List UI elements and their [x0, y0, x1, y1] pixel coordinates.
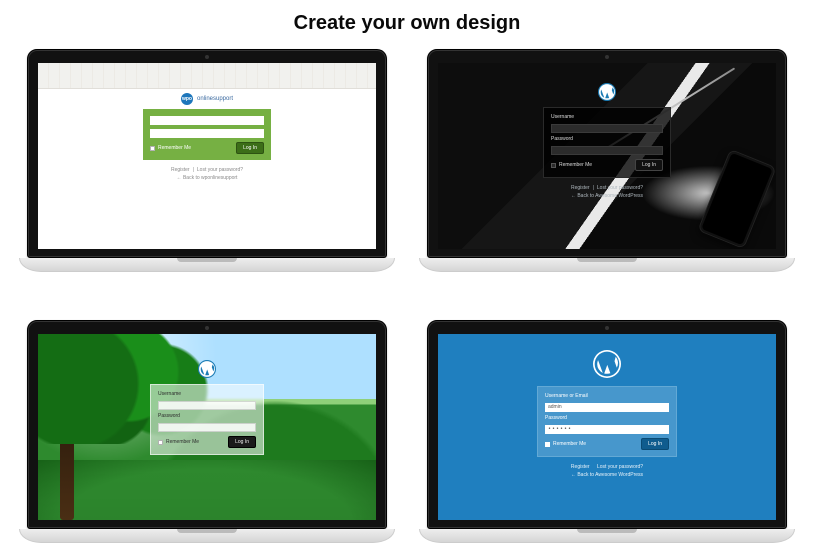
password-label: Password — [158, 414, 256, 419]
login-screen-dark: Username Password Remember Me Log In — [438, 63, 776, 249]
wordpress-logo-icon — [593, 350, 621, 378]
grass-foreground — [38, 460, 376, 520]
back-link[interactable]: ← Back to Awesome WordPress — [571, 193, 643, 199]
username-label: Username or Email — [545, 394, 669, 399]
password-input[interactable] — [158, 423, 256, 432]
login-form: Username Password Remember Me Log In — [150, 384, 264, 455]
username-input[interactable] — [158, 401, 256, 410]
form-links: Register|Lost your password? ← Back to w… — [38, 166, 376, 182]
brand-text: onlinesupport — [197, 96, 233, 102]
login-button[interactable]: Log In — [635, 159, 663, 171]
brand-badge-icon: wpo — [181, 93, 193, 105]
register-link[interactable]: Register — [171, 167, 190, 173]
username-label: Username — [158, 392, 256, 397]
lost-password-link[interactable]: Lost your password? — [597, 185, 643, 191]
register-link[interactable]: Register — [571, 185, 590, 191]
register-link[interactable]: Register — [571, 464, 590, 470]
design-preview-3: Username Password Remember Me Log In — [27, 320, 387, 543]
back-link[interactable]: ← Back to wponlinesupport — [177, 175, 238, 181]
design-grid: wpo onlinesupport Remember Me Log In — [0, 49, 814, 553]
login-screen-nature: Username Password Remember Me Log In — [38, 334, 376, 520]
password-input[interactable] — [150, 129, 264, 138]
password-label: Password — [551, 137, 663, 142]
login-form: Remember Me Log In — [143, 109, 271, 160]
wordpress-logo-icon — [198, 360, 216, 378]
username-input[interactable] — [551, 124, 663, 133]
wordpress-logo-icon — [598, 83, 616, 101]
remember-checkbox[interactable] — [545, 442, 550, 447]
username-input[interactable]: admin — [545, 403, 669, 412]
remember-label: Remember Me — [559, 162, 592, 168]
remember-checkbox[interactable] — [551, 163, 556, 168]
form-links: Register|Lost your password? ← Back to A… — [438, 184, 776, 200]
login-form: Username or Email admin Password •••••• … — [537, 386, 677, 457]
design-preview-2: Username Password Remember Me Log In — [427, 49, 787, 272]
lost-password-link[interactable]: Lost your password? — [597, 464, 643, 470]
login-button[interactable]: Log In — [236, 142, 264, 154]
brand-bar: wpo onlinesupport — [38, 89, 376, 107]
login-button[interactable]: Log In — [228, 436, 256, 448]
keyboard-backdrop — [38, 63, 376, 89]
back-link[interactable]: ← Back to Awesome WordPress — [571, 472, 643, 478]
remember-checkbox[interactable] — [158, 440, 163, 445]
login-button[interactable]: Log In — [641, 438, 669, 450]
remember-label: Remember Me — [166, 439, 199, 445]
login-screen-green: wpo onlinesupport Remember Me Log In — [38, 63, 376, 249]
password-input[interactable]: •••••• — [545, 425, 669, 434]
form-links: Register Lost your password? ← Back to A… — [438, 463, 776, 479]
login-screen-blue: Username or Email admin Password •••••• … — [438, 334, 776, 520]
design-preview-1: wpo onlinesupport Remember Me Log In — [27, 49, 387, 272]
username-label: Username — [551, 115, 663, 120]
design-preview-4: Username or Email admin Password •••••• … — [427, 320, 787, 543]
lost-password-link[interactable]: Lost your password? — [197, 167, 243, 173]
username-input[interactable] — [150, 116, 264, 125]
login-form: Username Password Remember Me Log In — [543, 107, 671, 178]
remember-label: Remember Me — [553, 441, 586, 447]
password-label: Password — [545, 416, 669, 421]
remember-label: Remember Me — [158, 145, 191, 151]
remember-checkbox[interactable] — [150, 146, 155, 151]
password-input[interactable] — [551, 146, 663, 155]
page-title: Create your own design — [0, 0, 814, 49]
